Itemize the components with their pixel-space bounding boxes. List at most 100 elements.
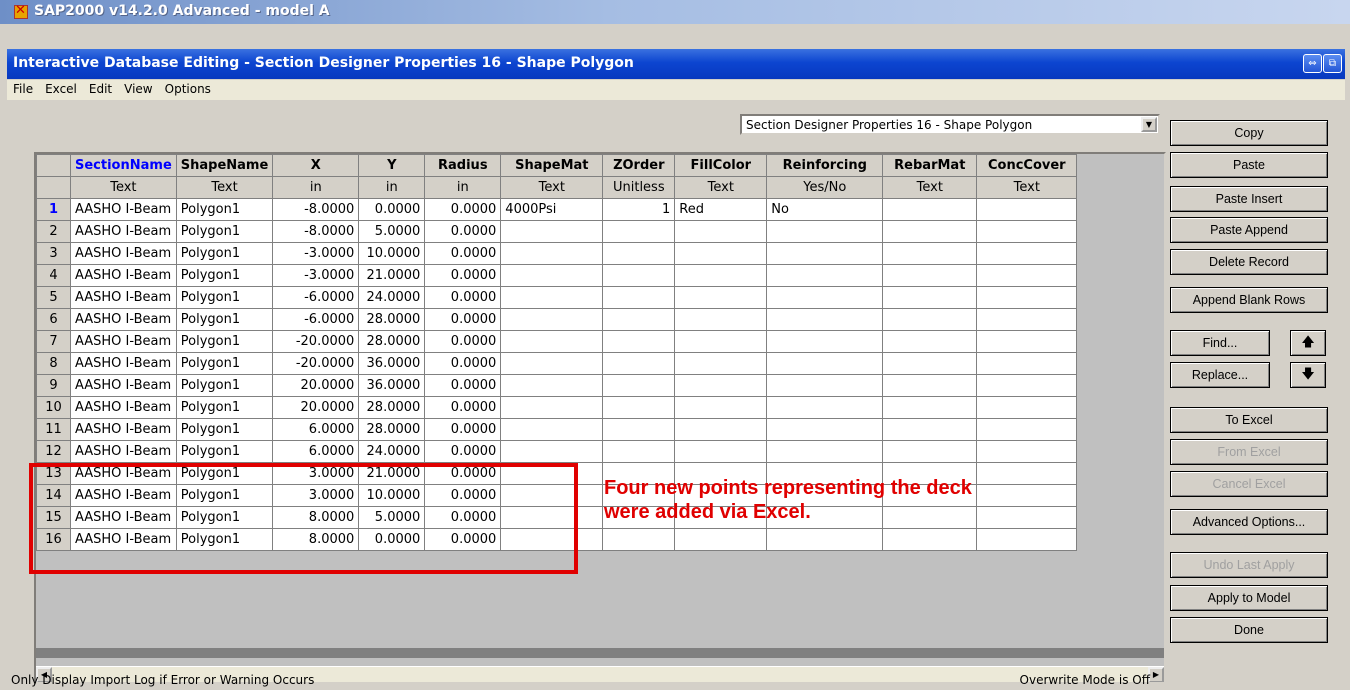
grid-cell[interactable]: AASHO I-Beam — [70, 374, 177, 397]
grid-cell[interactable] — [602, 396, 676, 419]
grid-cell[interactable] — [766, 396, 884, 419]
grid-cell[interactable] — [976, 220, 1078, 243]
table-row[interactable]: 10 AASHO I-Beam Polygon1 20.0000 28.0000 0.00… — [36, 396, 1078, 419]
grid-cell[interactable]: 0.0000 — [424, 506, 502, 529]
grid-cell[interactable] — [882, 440, 978, 463]
grid-cell[interactable]: 0.0000 — [424, 220, 502, 243]
grid-cell[interactable] — [882, 352, 978, 375]
grid-cell[interactable]: Red — [674, 198, 768, 221]
grid-cell[interactable]: 0.0000 — [424, 462, 502, 485]
grid-cell[interactable]: AASHO I-Beam — [70, 440, 177, 463]
grid-cell[interactable] — [976, 264, 1078, 287]
grid-cell[interactable] — [500, 242, 604, 265]
menu-file[interactable]: File — [7, 80, 39, 96]
grid-cell[interactable]: 1 — [602, 198, 676, 221]
grid-cell[interactable]: 36.0000 — [358, 352, 426, 375]
grid-cell[interactable]: Polygon1 — [175, 264, 274, 287]
grid-cell[interactable]: 0.0000 — [424, 198, 502, 221]
col-header-reinforcing[interactable]: Reinforcing — [766, 154, 884, 177]
grid-cell[interactable] — [882, 198, 978, 221]
grid-cell[interactable]: 8.0000 — [272, 528, 360, 551]
grid-cell[interactable] — [674, 418, 768, 441]
grid-cell[interactable] — [674, 352, 768, 375]
grid-cell[interactable] — [602, 352, 676, 375]
grid-cell[interactable]: 0.0000 — [424, 352, 502, 375]
done-button[interactable]: Done — [1170, 617, 1328, 643]
grid-cell[interactable]: 3.0000 — [272, 484, 360, 507]
grid-cell[interactable]: 6.0000 — [272, 440, 360, 463]
table-row[interactable]: 8 AASHO I-Beam Polygon1 -20.0000 36.0000 0.00… — [36, 352, 1078, 375]
grid-cell[interactable] — [882, 286, 978, 309]
grid-cell[interactable]: Polygon1 — [175, 374, 274, 397]
grid-cell[interactable] — [882, 264, 978, 287]
grid-cell[interactable] — [602, 242, 676, 265]
table-select-dropdown[interactable]: Section Designer Properties 16 - Shape P… — [740, 114, 1160, 135]
grid-cell[interactable]: 28.0000 — [358, 396, 426, 419]
grid-cell[interactable]: AASHO I-Beam — [70, 198, 177, 221]
grid-cell[interactable] — [674, 308, 768, 331]
grid-cell[interactable]: 28.0000 — [358, 418, 426, 441]
row-number[interactable]: 8 — [36, 352, 71, 375]
replace-button[interactable]: Replace... — [1170, 362, 1270, 388]
grid-cell[interactable]: 21.0000 — [358, 462, 426, 485]
grid-cell[interactable]: Polygon1 — [175, 462, 274, 485]
row-number[interactable]: 3 — [36, 242, 71, 265]
grid-cell[interactable]: AASHO I-Beam — [70, 264, 177, 287]
table-row[interactable]: 11 AASHO I-Beam Polygon1 6.0000 28.0000 0.000… — [36, 418, 1078, 441]
table-row[interactable]: 1 AASHO I-Beam Polygon1 -8.0000 0.0000 0.0000… — [36, 198, 1078, 221]
grid-cell[interactable] — [766, 418, 884, 441]
grid-cell[interactable] — [500, 484, 604, 507]
grid-cell[interactable] — [976, 506, 1078, 529]
col-header-sectionname[interactable]: SectionName — [70, 154, 177, 177]
grid-cell[interactable] — [976, 528, 1078, 551]
grid-cell[interactable]: Polygon1 — [175, 528, 274, 551]
row-number[interactable]: 4 — [36, 264, 71, 287]
grid-cell[interactable] — [976, 330, 1078, 353]
grid-cell[interactable]: 20.0000 — [272, 374, 360, 397]
grid-cell[interactable]: No — [766, 198, 884, 221]
data-grid[interactable]: SectionName ShapeName X Y Radius ShapeMa… — [34, 152, 1166, 684]
table-row[interactable]: 5 AASHO I-Beam Polygon1 -6.0000 24.0000 0.000… — [36, 286, 1078, 309]
grid-cell[interactable]: 0.0000 — [424, 418, 502, 441]
col-header-rebarmat[interactable]: RebarMat — [882, 154, 978, 177]
grid-cell[interactable]: Polygon1 — [175, 352, 274, 375]
menu-edit[interactable]: Edit — [83, 80, 118, 96]
grid-cell[interactable] — [882, 396, 978, 419]
grid-cell[interactable] — [976, 418, 1078, 441]
grid-cell[interactable] — [500, 220, 604, 243]
grid-cell[interactable] — [882, 220, 978, 243]
grid-cell[interactable]: 0.0000 — [424, 396, 502, 419]
menu-options[interactable]: Options — [159, 80, 217, 96]
grid-cell[interactable] — [500, 352, 604, 375]
grid-cell[interactable]: 10.0000 — [358, 484, 426, 507]
grid-cell[interactable] — [976, 462, 1078, 485]
row-number[interactable]: 9 — [36, 374, 71, 397]
grid-cell[interactable]: 28.0000 — [358, 308, 426, 331]
grid-cell[interactable]: 0.0000 — [424, 286, 502, 309]
grid-cell[interactable]: Polygon1 — [175, 506, 274, 529]
grid-cell[interactable]: 21.0000 — [358, 264, 426, 287]
grid-cell[interactable] — [602, 528, 676, 551]
from-excel-button[interactable]: From Excel — [1170, 439, 1328, 465]
grid-cell[interactable] — [882, 418, 978, 441]
grid-cell[interactable] — [882, 528, 978, 551]
grid-cell[interactable] — [976, 440, 1078, 463]
grid-cell[interactable] — [500, 286, 604, 309]
grid-cell[interactable]: 0.0000 — [424, 242, 502, 265]
grid-cell[interactable] — [674, 220, 768, 243]
grid-cell[interactable]: 6.0000 — [272, 418, 360, 441]
grid-cell[interactable] — [766, 220, 884, 243]
grid-cell[interactable]: Polygon1 — [175, 440, 274, 463]
grid-cell[interactable] — [882, 374, 978, 397]
table-row[interactable]: 3 AASHO I-Beam Polygon1 -3.0000 10.0000 0.000… — [36, 242, 1078, 265]
grid-cell[interactable]: AASHO I-Beam — [70, 396, 177, 419]
dropdown-arrow-icon[interactable]: ▼ — [1141, 117, 1157, 132]
paste-insert-button[interactable]: Paste Insert — [1170, 186, 1328, 212]
grid-cell[interactable] — [766, 440, 884, 463]
grid-cell[interactable]: AASHO I-Beam — [70, 286, 177, 309]
grid-cell[interactable]: Polygon1 — [175, 198, 274, 221]
grid-cell[interactable] — [976, 242, 1078, 265]
grid-cell[interactable] — [882, 242, 978, 265]
delete-record-button[interactable]: Delete Record — [1170, 249, 1328, 275]
menu-excel[interactable]: Excel — [39, 80, 83, 96]
